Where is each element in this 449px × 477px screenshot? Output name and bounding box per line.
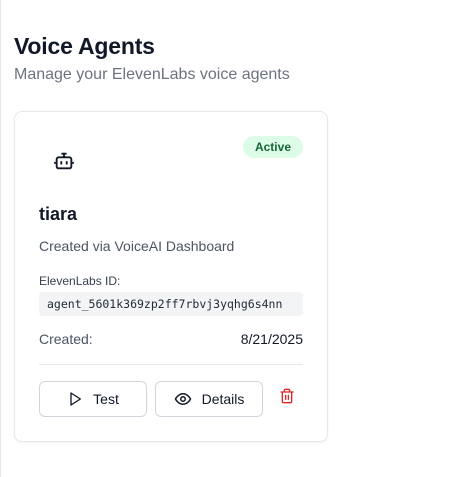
agent-card: Active tiara Created via VoiceAI Dashboa… [14, 111, 328, 442]
trash-icon [279, 388, 295, 409]
elevenlabs-id-value: agent_5601k369zp2ff7rbvj3yqhg6s4nn [39, 292, 303, 316]
page: Voice Agents Manage your ElevenLabs voic… [0, 0, 449, 477]
bot-icon [53, 150, 75, 172]
test-button[interactable]: Test [39, 381, 147, 417]
agent-description: Created via VoiceAI Dashboard [39, 238, 235, 254]
status-badge: Active [242, 136, 303, 158]
page-subtitle: Manage your ElevenLabs voice agents [14, 66, 290, 83]
test-button-label: Test [93, 391, 119, 407]
created-label: Created: [39, 331, 93, 347]
page-title: Voice Agents [14, 33, 155, 59]
elevenlabs-id-label: ElevenLabs ID: [39, 274, 121, 288]
delete-button[interactable] [277, 388, 297, 408]
agent-name: tiara [39, 204, 78, 224]
play-icon [67, 391, 83, 407]
eye-icon [174, 390, 192, 408]
details-button[interactable]: Details [155, 381, 263, 417]
details-button-label: Details [201, 391, 245, 407]
created-date: 8/21/2025 [240, 331, 303, 347]
card-divider [39, 364, 303, 365]
sidebar-edge-divider [0, 0, 1, 477]
